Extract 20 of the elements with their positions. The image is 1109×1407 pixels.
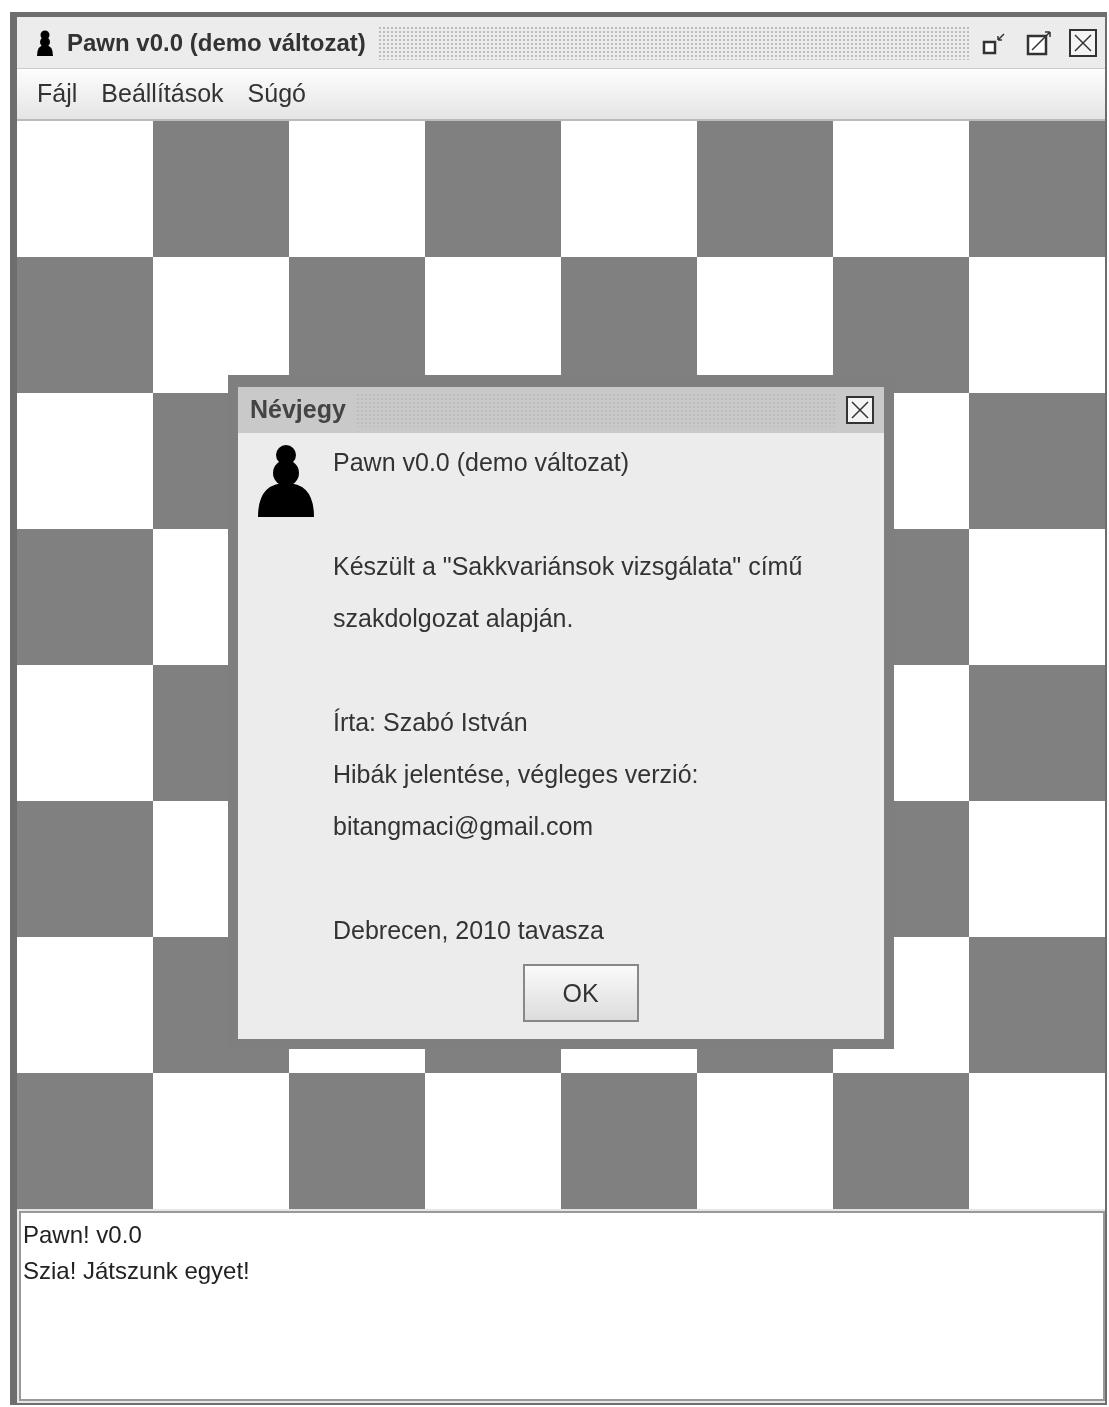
- close-button[interactable]: [1069, 28, 1097, 57]
- dialog-text: Debrecen, 2010 tavasza: [333, 915, 604, 946]
- pawn-icon: [258, 445, 314, 517]
- dialog-text: Készült a "Sakkvariánsok vizsgálata" című: [333, 551, 803, 582]
- pawn-icon: [35, 29, 55, 56]
- ok-button[interactable]: OK: [522, 964, 639, 1022]
- menu-item[interactable]: Beállítások: [91, 75, 234, 113]
- close-button[interactable]: [846, 396, 874, 424]
- dialog-text: Írta: Szabó István: [333, 707, 528, 738]
- window-title: Pawn v0.0 (demo változat): [67, 27, 366, 58]
- dialog-text: szakdolgozat alapján.: [333, 603, 574, 634]
- menu-item[interactable]: Súgó: [237, 75, 316, 113]
- dialog-text: Hibák jelentése, végleges verzió:: [333, 759, 699, 790]
- menu-item[interactable]: Fájl: [27, 75, 88, 113]
- dialog-text: Pawn v0.0 (demo változat): [333, 447, 629, 478]
- dialog-text: bitangmaci@gmail.com: [333, 811, 594, 842]
- log-line: Pawn! v0.0: [23, 1220, 142, 1250]
- dialog-title: Névjegy: [250, 394, 346, 426]
- maximize-button[interactable]: [1025, 28, 1053, 57]
- log-line: Szia! Játszunk egyet!: [23, 1256, 250, 1286]
